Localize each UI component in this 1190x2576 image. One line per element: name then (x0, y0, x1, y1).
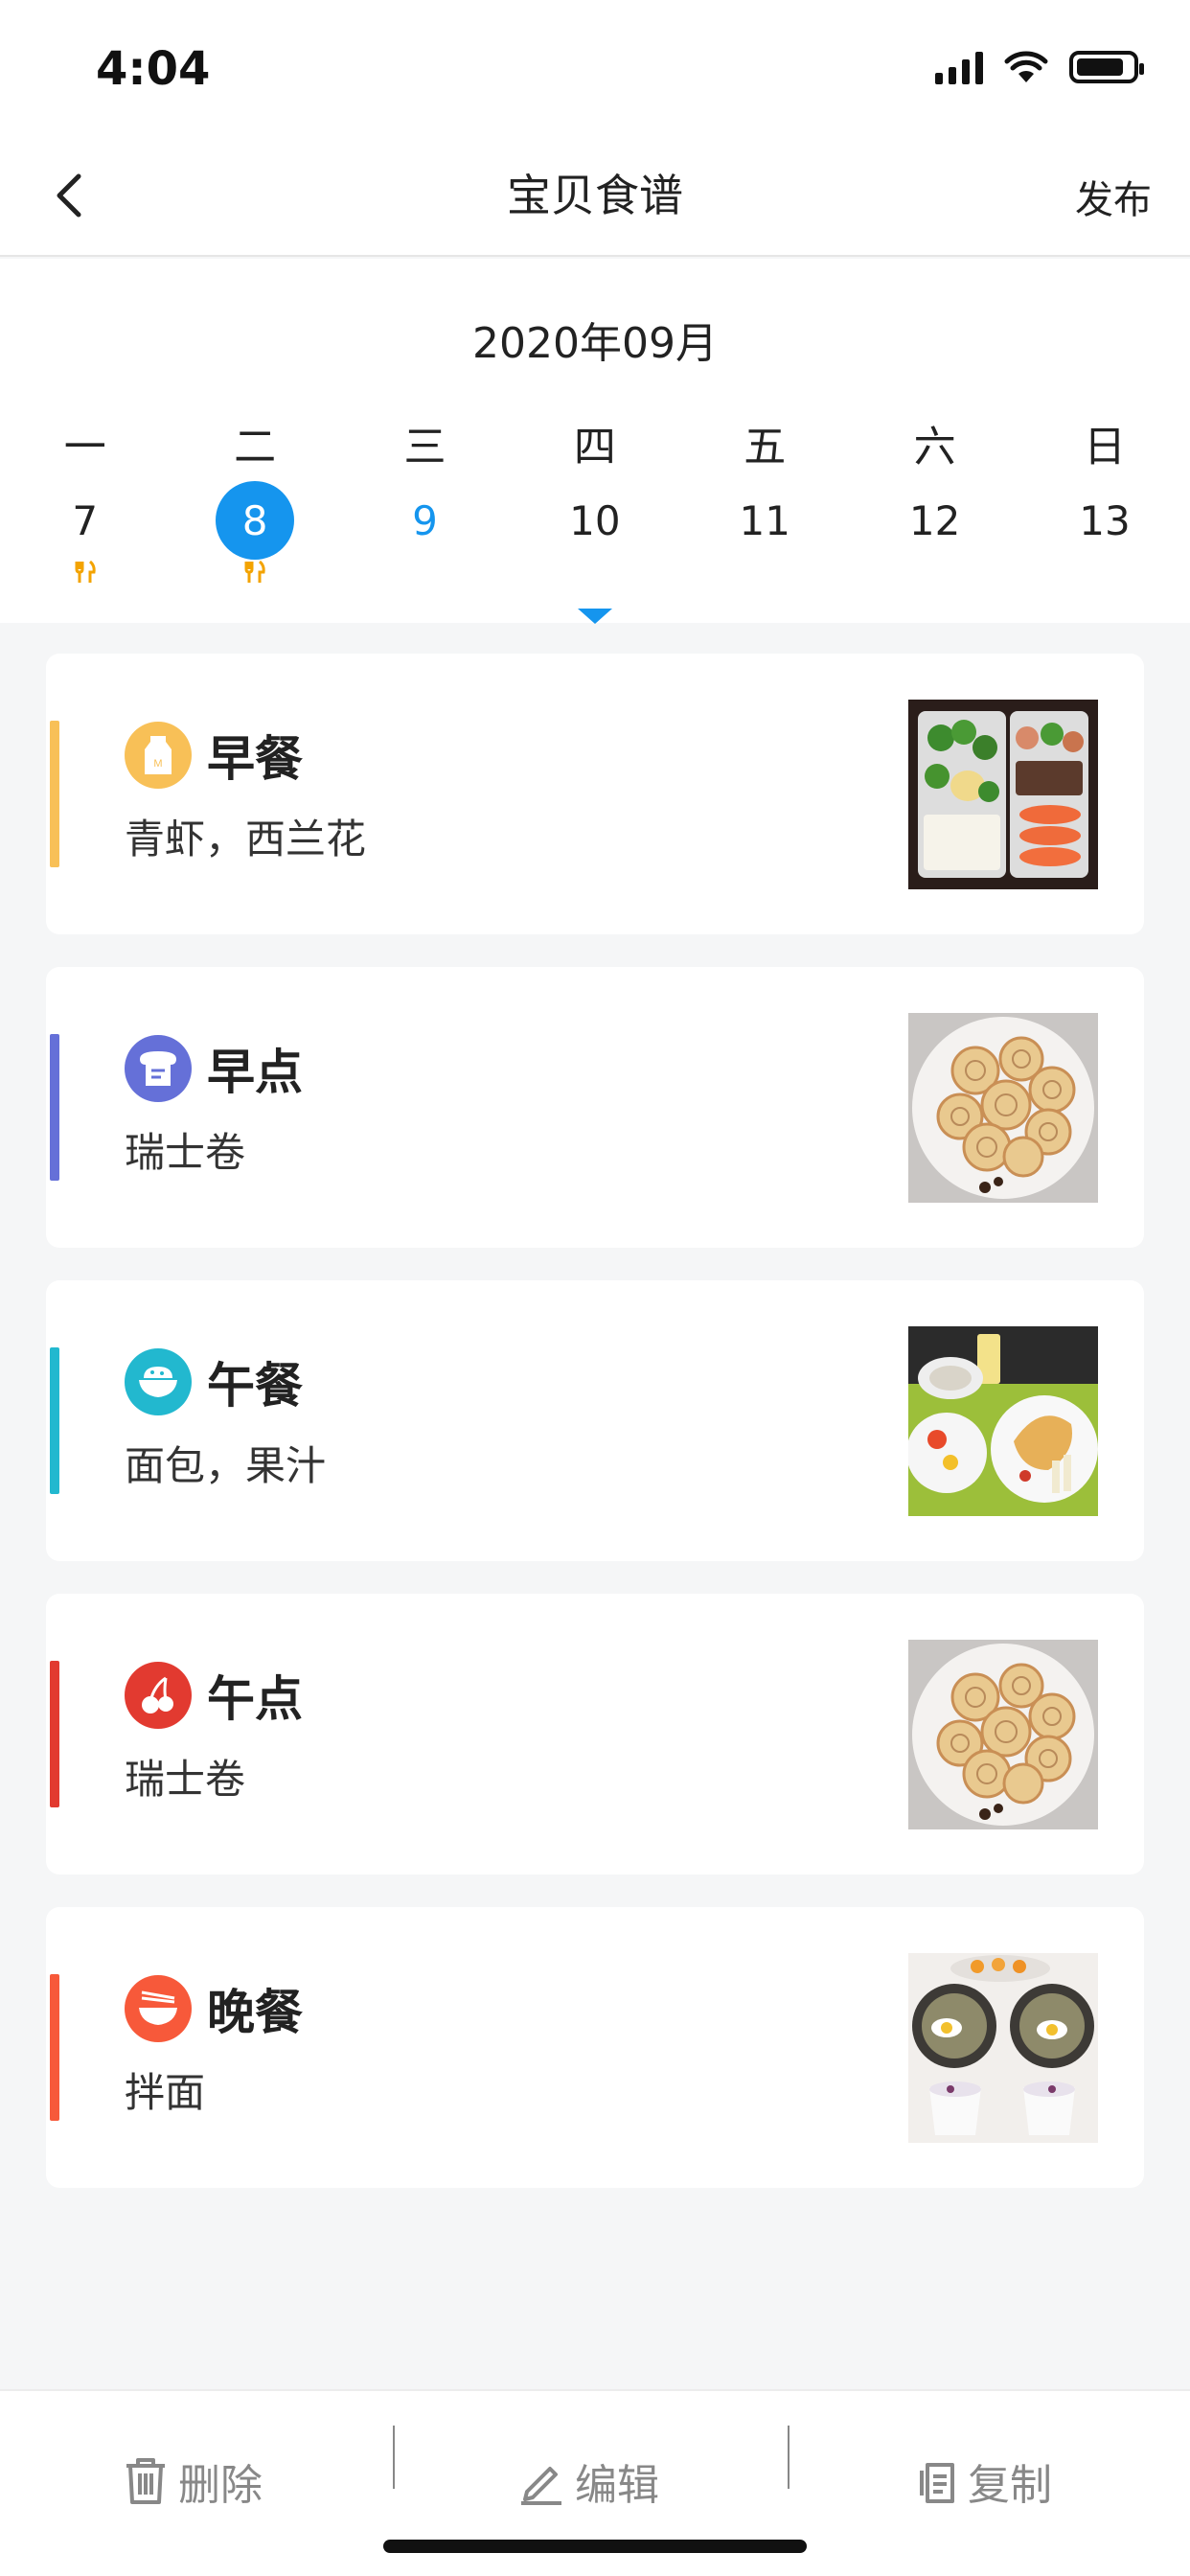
lunchbox-photo[interactable] (908, 700, 1098, 889)
meal-mark (850, 560, 1019, 588)
weekday-label: 三 (403, 423, 446, 472)
calendar-day[interactable]: 11 (680, 481, 850, 588)
noodle-bowl-icon (125, 1975, 192, 2042)
svg-text:M: M (153, 758, 162, 770)
swiss-roll-photo[interactable] (908, 1640, 1098, 1829)
meal-card[interactable]: 早点 瑞士卷 (46, 967, 1144, 1248)
day-number: 9 (412, 496, 438, 544)
meal-header: 午餐 (125, 1347, 303, 1416)
calendar-day[interactable]: 7 (0, 481, 170, 588)
date-row: 7 8 9 10 11 12 13 (0, 481, 1190, 588)
copy-label: 复制 (968, 2461, 1052, 2510)
nav-bar: 宝贝食谱 发布 (0, 134, 1190, 257)
milk-icon: M (125, 722, 192, 789)
rice-bowl-icon (125, 1348, 192, 1415)
calendar-day[interactable]: 9 (340, 481, 510, 588)
meal-mark (0, 560, 170, 588)
meal-mark-icon (244, 560, 265, 583)
weekday-label: 一 (63, 423, 106, 472)
meal-description: 青虾，西兰花 (125, 816, 367, 862)
meal-description: 瑞士卷 (125, 1129, 246, 1176)
day-number: 11 (739, 496, 790, 544)
meal-header: M 早餐 (125, 721, 303, 790)
bread-icon (125, 1035, 192, 1102)
meal-mark (170, 560, 339, 588)
weekday-label: 日 (1084, 423, 1127, 472)
copy-button[interactable]: 复制 (918, 2450, 1052, 2512)
weekday-label: 四 (573, 423, 616, 472)
status-bar: 4:04 (0, 0, 1190, 134)
meal-card[interactable]: 晚餐 拌面 (46, 1907, 1144, 2188)
weekday-label: 二 (234, 423, 277, 472)
day-number: 10 (569, 496, 621, 544)
meal-card[interactable]: 午餐 面包，果汁 (46, 1280, 1144, 1561)
calendar-day[interactable]: 12 (850, 481, 1019, 588)
status-time: 4:04 (96, 42, 211, 96)
publish-button[interactable]: 发布 (1075, 169, 1152, 224)
page-title: 宝贝食谱 (507, 170, 683, 221)
bread-juice-photo[interactable] (908, 1326, 1098, 1516)
meal-description: 面包，果汁 (125, 1442, 327, 1489)
edit-label: 编辑 (575, 2461, 659, 2510)
day-number: 7 (72, 496, 99, 544)
meal-accent-bar (50, 1974, 59, 2121)
weekday-label: 五 (744, 423, 787, 472)
battery-icon (1069, 51, 1144, 83)
day-number: 13 (1079, 496, 1131, 544)
meal-mark-icon (75, 560, 96, 583)
meal-name: 早餐 (207, 731, 303, 787)
signal-icon (935, 50, 983, 84)
meal-name: 午餐 (207, 1358, 303, 1414)
calendar-day[interactable]: 8 (170, 481, 339, 588)
meal-description: 瑞士卷 (125, 1756, 246, 1803)
weekday-row: 一 二 三 四 五 六 日 (0, 412, 1190, 473)
meal-accent-bar (50, 1347, 59, 1494)
day-number: 8 (216, 481, 295, 560)
meal-header: 早点 (125, 1034, 303, 1103)
wifi-icon (1004, 51, 1048, 82)
meal-header: 午点 (125, 1661, 303, 1730)
trash-icon (126, 2458, 165, 2504)
meal-mark (1019, 560, 1189, 588)
meal-mark (340, 560, 510, 588)
meal-card[interactable]: M 早餐 青虾，西兰花 (46, 654, 1144, 934)
calendar-day[interactable]: 13 (1019, 481, 1189, 588)
copy-icon (920, 2463, 954, 2503)
meal-accent-bar (50, 721, 59, 867)
pencil-icon (521, 2467, 561, 2505)
meal-accent-bar (50, 1034, 59, 1181)
meal-mark (510, 560, 679, 588)
calendar-day[interactable]: 10 (510, 481, 679, 588)
edit-button[interactable]: 编辑 (517, 2450, 659, 2512)
calendar-month: 2020年09月 (472, 319, 718, 368)
meal-name: 早点 (207, 1045, 303, 1100)
meal-description: 拌面 (125, 2069, 206, 2116)
meal-header: 晚餐 (125, 1974, 303, 2043)
meal-list: M 早餐 青虾，西兰花 早点 瑞士卷 午餐 面包，果汁 午点 瑞士卷 晚餐 拌面 (46, 654, 1144, 2220)
weekday-label: 六 (913, 423, 956, 472)
selected-day-pointer (578, 609, 612, 624)
dinner-set-photo[interactable] (908, 1953, 1098, 2143)
week-calendar: 2020年09月 一 二 三 四 五 六 日 7 8 9 10 11 12 13 (0, 259, 1190, 624)
day-number: 12 (908, 496, 961, 544)
toolbar-divider (788, 2426, 790, 2489)
meal-mark (680, 560, 850, 588)
meal-accent-bar (50, 1661, 59, 1807)
delete-label: 删除 (178, 2461, 263, 2510)
status-icons (935, 50, 1144, 84)
meal-name: 午点 (207, 1671, 303, 1727)
toolbar-divider (393, 2426, 395, 2489)
delete-button[interactable]: 删除 (123, 2450, 263, 2512)
cherry-icon (125, 1662, 192, 1729)
meal-name: 晚餐 (207, 1985, 303, 2040)
meal-card[interactable]: 午点 瑞士卷 (46, 1594, 1144, 1874)
swiss-roll-photo[interactable] (908, 1013, 1098, 1203)
home-indicator (383, 2540, 807, 2553)
